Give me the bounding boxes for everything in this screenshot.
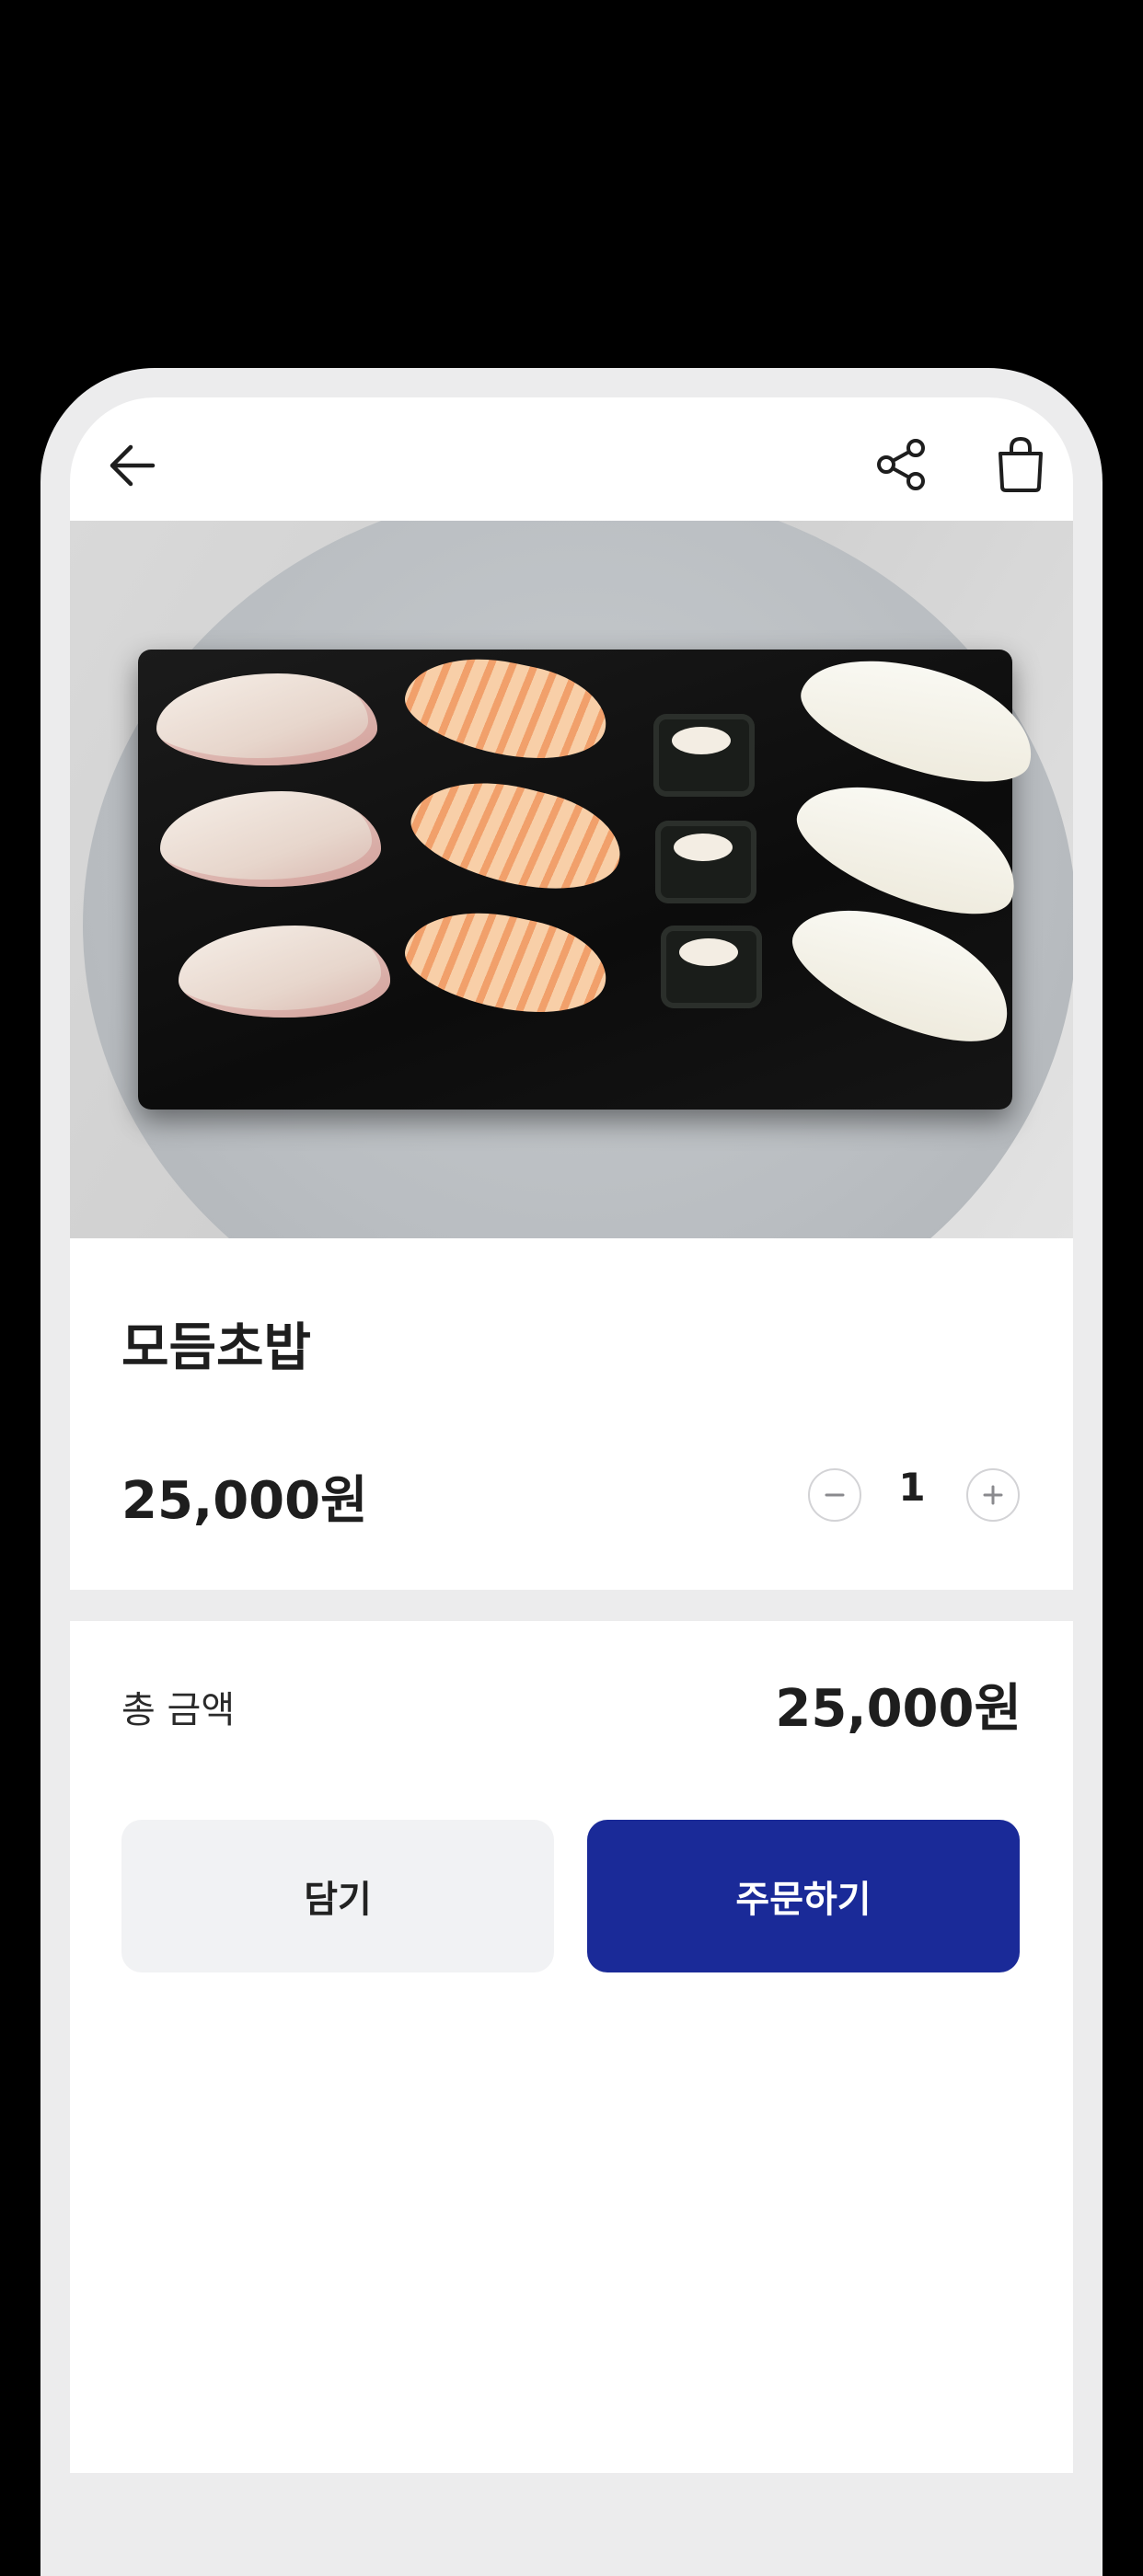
cart-bag-button[interactable] <box>981 425 1060 504</box>
shopping-bag-icon <box>999 436 1043 492</box>
product-detail-screen: 모듬초밥 25,000원 1 총 금액 25,000원 담기 주문하기 <box>70 397 1073 2473</box>
sushi-tray <box>138 633 1048 1110</box>
product-name: 모듬초밥 <box>121 1318 312 1378</box>
quantity-decrease-button[interactable] <box>808 1468 861 1522</box>
total-label: 총 금액 <box>121 1689 236 1731</box>
add-to-cart-button[interactable]: 담기 <box>121 1820 554 1972</box>
plus-icon <box>983 1485 1003 1505</box>
product-image <box>70 521 1073 1238</box>
total-amount: 25,000원 <box>775 1679 1022 1739</box>
minus-icon <box>825 1493 845 1497</box>
section-divider <box>70 1590 1073 1621</box>
product-price: 25,000원 <box>121 1471 368 1531</box>
back-button[interactable] <box>96 429 169 502</box>
arrow-left-icon <box>110 444 156 487</box>
order-button[interactable]: 주문하기 <box>587 1820 1020 1972</box>
quantity-increase-button[interactable] <box>966 1468 1020 1522</box>
quantity-value: 1 <box>898 1465 926 1510</box>
top-bar <box>70 397 1073 521</box>
share-icon <box>877 439 925 490</box>
share-button[interactable] <box>863 425 942 504</box>
